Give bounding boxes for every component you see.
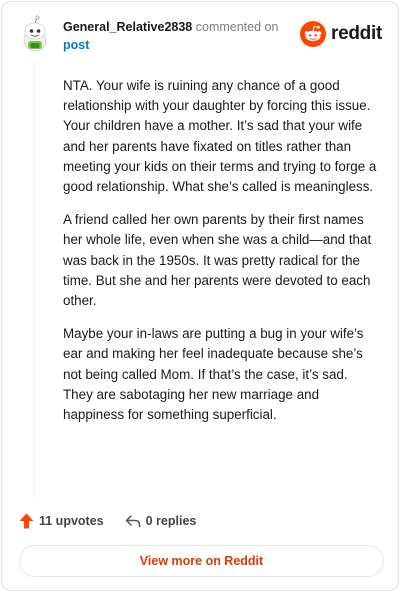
- upvote-arrow-icon: [19, 513, 34, 529]
- username[interactable]: General_Relative2838: [63, 20, 192, 34]
- avatar[interactable]: [19, 15, 51, 53]
- post-link[interactable]: post: [63, 36, 303, 54]
- thread-line: [34, 60, 35, 498]
- upvote-count: 11 upvotes: [39, 514, 104, 528]
- reddit-wordmark: reddit: [331, 23, 382, 44]
- comment-meta: General_Relative2838 commented on post: [63, 18, 303, 54]
- comment-body: NTA. Your wife is ruining any chance of …: [63, 76, 378, 438]
- comment-paragraph: A friend called her own parents by their…: [63, 212, 372, 309]
- commented-on-text: commented on: [195, 20, 279, 34]
- reddit-brand[interactable]: reddit: [300, 21, 382, 47]
- reply-count: 0 replies: [145, 514, 197, 528]
- reply-arrow-icon: [125, 515, 140, 528]
- comment-paragraph: Maybe your in-laws are putting a bug in …: [63, 326, 364, 423]
- reddit-logo-icon: [300, 21, 327, 47]
- upvote-button[interactable]: 11 upvotes: [19, 513, 104, 529]
- comment-actions: 11 upvotes 0 replies: [19, 510, 217, 532]
- embedded-comment-card: General_Relative2838 commented on post r…: [1, 1, 399, 591]
- comment-paragraph: NTA. Your wife is ruining any chance of …: [63, 78, 377, 195]
- reply-button[interactable]: 0 replies: [125, 514, 197, 528]
- comment-header: General_Relative2838 commented on post r…: [19, 15, 384, 55]
- view-more-on-reddit-button[interactable]: View more on Reddit: [19, 545, 384, 577]
